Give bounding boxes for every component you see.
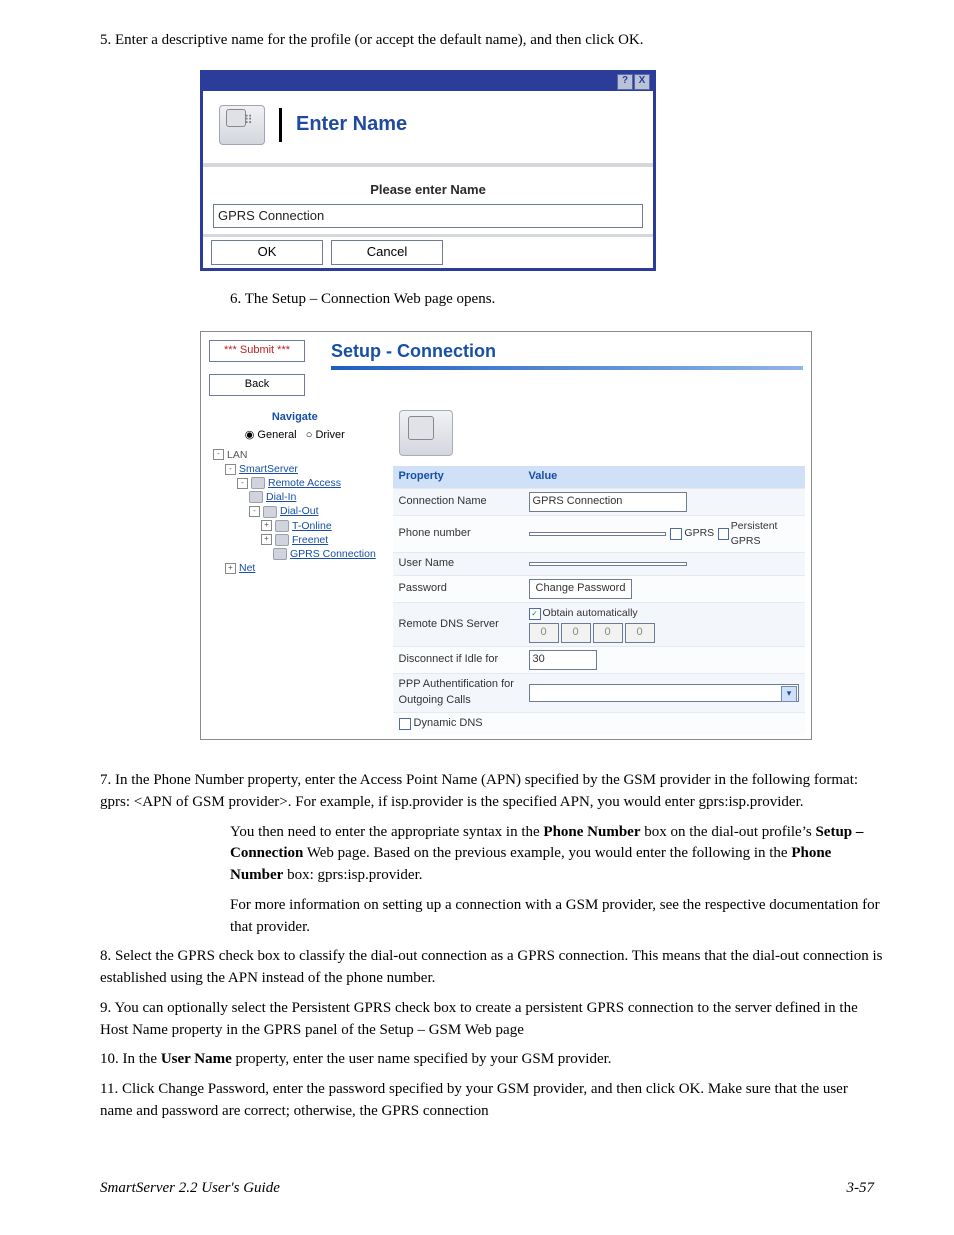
user-name-label: User Name <box>399 556 529 572</box>
page-footer: SmartServer 2.2 User's Guide 3-57 <box>0 1178 954 1200</box>
tree-gprs-connection[interactable]: GPRS Connection <box>207 547 383 561</box>
close-icon[interactable]: X <box>634 74 650 90</box>
step7d-text: For more information on setting up a con… <box>230 897 880 935</box>
tree-freenet[interactable]: +Freenet <box>207 533 383 547</box>
dns-octet-1[interactable]: 0 <box>529 623 559 643</box>
dynamic-dns-label: Dynamic DNS <box>414 716 483 732</box>
footer-right: 3-57 <box>847 1178 875 1200</box>
step8-text: 8. Select the GPRS check box to classify… <box>100 948 882 986</box>
nav-radio-row: ◉ General ○ Driver <box>207 428 383 444</box>
user-name-input[interactable] <box>529 562 687 566</box>
submit-button[interactable]: *** Submit *** <box>209 340 305 362</box>
property-panel: Property Value Connection Name GPRS Conn… <box>393 404 805 735</box>
step11-text: 11. Click Change Password, enter the pas… <box>100 1081 848 1119</box>
phone-number-label: Phone number <box>399 526 529 542</box>
setup-connection-page: *** Submit *** Back Setup - Connection N… <box>200 331 812 740</box>
gprs-checkbox[interactable]: GPRS <box>670 526 714 541</box>
tree-net[interactable]: +Net <box>207 561 383 575</box>
obtain-auto-checkbox[interactable]: ✓Obtain automatically <box>529 606 638 621</box>
page-title: Setup - Connection <box>331 338 803 364</box>
tree-dial-in[interactable]: Dial-In <box>207 490 383 504</box>
col-property-header: Property <box>399 469 529 485</box>
row-remote-dns: Remote DNS Server ✓Obtain automatically … <box>393 602 805 646</box>
cancel-button[interactable]: Cancel <box>331 240 443 265</box>
tree-t-online[interactable]: +T-Online <box>207 519 383 533</box>
phone-icon <box>219 105 265 145</box>
row-ppp-auth: PPP Authentification for Outgoing Calls … <box>393 673 805 712</box>
nav-tree: -LAN -SmartServer -Remote Access Dial-In… <box>207 448 383 576</box>
text-cursor <box>279 108 282 142</box>
col-value-header: Value <box>529 469 558 485</box>
dns-octet-2[interactable]: 0 <box>561 623 591 643</box>
help-icon[interactable]: ? <box>617 74 633 90</box>
row-password: Password Change Password <box>393 575 805 602</box>
dialog-titlebar: ? X <box>203 73 653 91</box>
step6-text: 6. The Setup – Connection Web page opens… <box>230 291 495 307</box>
step10a-text: 10. In the <box>100 1051 161 1067</box>
step10-bold: User Name <box>161 1051 232 1067</box>
general-radio[interactable]: ◉ General <box>245 429 297 441</box>
row-connection-name: Connection Name GPRS Connection <box>393 488 805 515</box>
step7c-bold1: Phone Number <box>543 824 640 840</box>
tree-lan[interactable]: -LAN <box>207 448 383 462</box>
driver-radio[interactable]: ○ Driver <box>306 429 345 441</box>
title-underline <box>331 366 803 370</box>
enter-name-dialog: ? X Enter Name Please enter Name GPRS Co… <box>200 70 656 272</box>
change-password-button[interactable]: Change Password <box>529 579 633 599</box>
remote-dns-label: Remote DNS Server <box>399 617 529 633</box>
dialog-title: Enter Name <box>296 110 407 139</box>
dns-octet-3[interactable]: 0 <box>593 623 623 643</box>
tree-remote-access[interactable]: -Remote Access <box>207 476 383 490</box>
row-dynamic-dns: Dynamic DNS <box>393 712 805 735</box>
phone-icon <box>399 410 453 456</box>
row-disconnect-idle: Disconnect if Idle for 30 <box>393 646 805 673</box>
idle-input[interactable]: 30 <box>529 650 597 670</box>
ok-button[interactable]: OK <box>211 240 323 265</box>
navigate-header: Navigate <box>207 410 383 426</box>
phone-number-input[interactable] <box>529 532 667 536</box>
step7b-text: . For example, if isp.provider is the sp… <box>288 794 804 810</box>
connection-name-input[interactable]: GPRS Connection <box>529 492 687 512</box>
footer-left: SmartServer 2.2 User's Guide <box>100 1180 280 1196</box>
step7c-tail-a: Web page. Based on the previous example,… <box>303 845 791 861</box>
step5-text: 5. Enter a descriptive name for the prof… <box>100 32 644 48</box>
step7-apn: <APN of GSM provider> <box>134 794 288 810</box>
prompt-label: Please enter Name <box>213 181 643 200</box>
dialog-header: Enter Name <box>203 91 653 163</box>
chevron-down-icon: ▾ <box>781 686 797 702</box>
persistent-gprs-checkbox[interactable]: Persistent GPRS <box>718 519 799 549</box>
ppp-auth-select[interactable]: ▾ <box>529 684 799 702</box>
back-button[interactable]: Back <box>209 374 305 396</box>
tree-smartserver[interactable]: -SmartServer <box>207 462 383 476</box>
step9-text: 9. You can optionally select the Persist… <box>100 1000 858 1038</box>
step7c-mid: box on the dial-out profile’s <box>641 824 816 840</box>
tree-dial-out[interactable]: -Dial-Out <box>207 504 383 518</box>
step7c-lead: You then need to enter the appropriate s… <box>230 824 543 840</box>
ppp-auth-label: PPP Authentification for Outgoing Calls <box>399 677 529 709</box>
row-user-name: User Name <box>393 552 805 575</box>
step7c-tail-b: box: gprs:isp.provider. <box>283 867 422 883</box>
password-label: Password <box>399 581 529 597</box>
dns-octet-4[interactable]: 0 <box>625 623 655 643</box>
navigate-sidebar: Navigate ◉ General ○ Driver -LAN -SmartS… <box>207 404 383 735</box>
row-phone-number: Phone number GPRS Persistent GPRS <box>393 515 805 552</box>
idle-label: Disconnect if Idle for <box>399 652 529 668</box>
name-input[interactable]: GPRS Connection <box>213 204 643 229</box>
dynamic-dns-checkbox[interactable] <box>399 718 411 730</box>
step10b-text: property, enter the user name specified … <box>232 1051 612 1067</box>
connection-name-label: Connection Name <box>399 494 529 510</box>
